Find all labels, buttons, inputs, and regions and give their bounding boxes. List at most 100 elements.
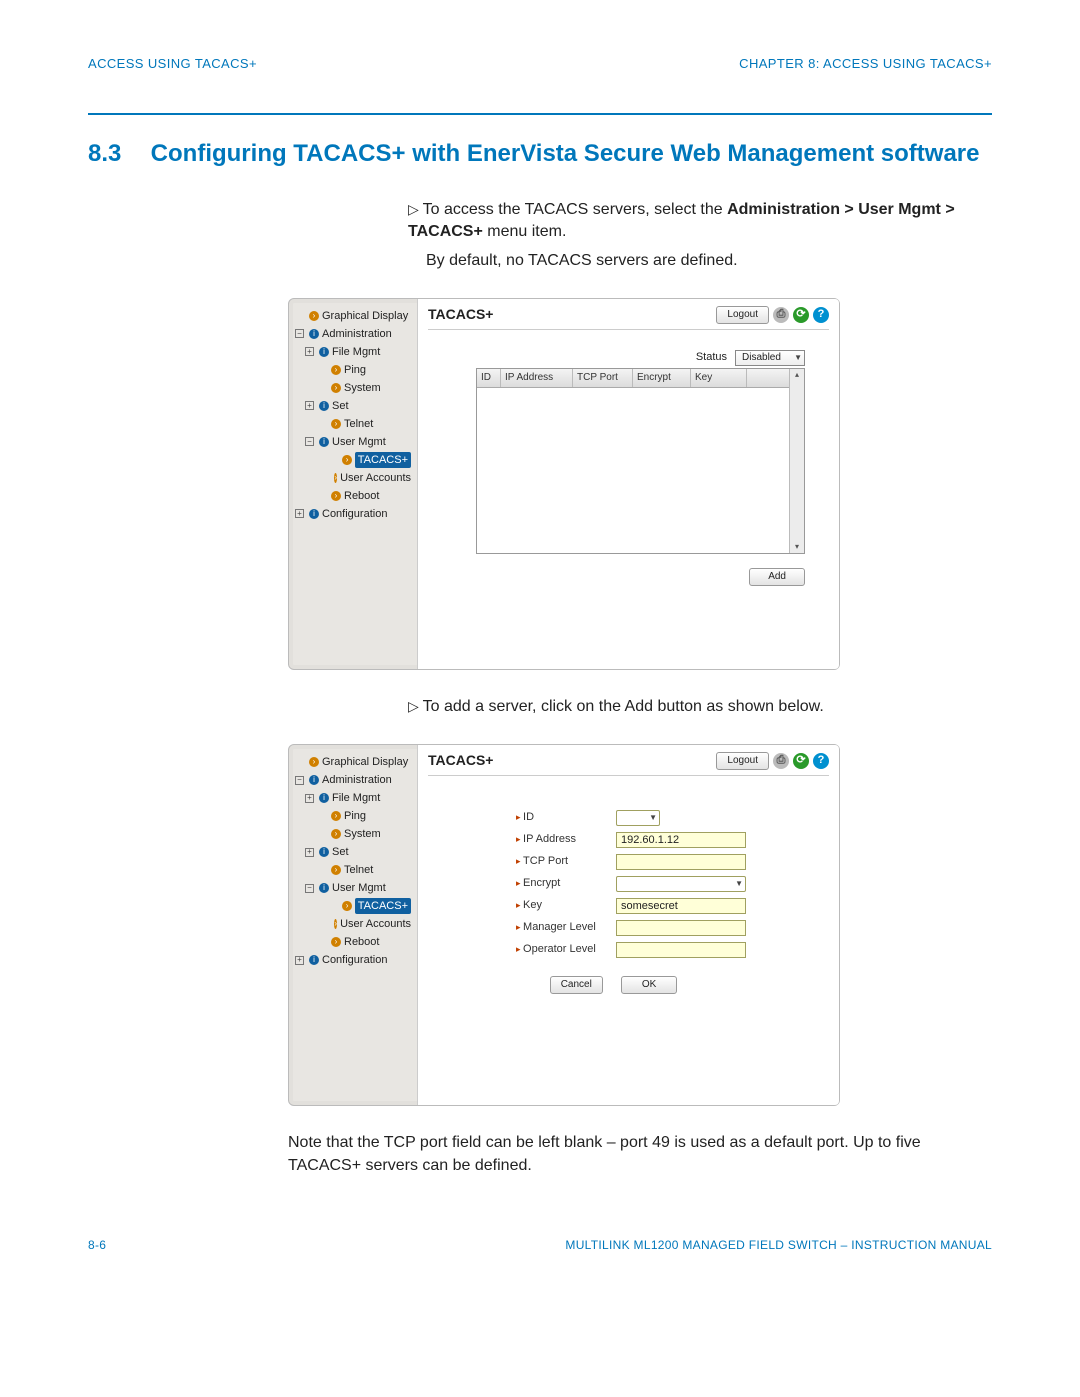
tree-item-user-accounts[interactable]: ›User Accounts	[295, 469, 411, 487]
input-manager-level[interactable]	[616, 920, 746, 936]
tree-item-tacacs-[interactable]: ›TACACS+	[295, 897, 411, 915]
tree-item-set[interactable]: +iSet	[295, 397, 411, 415]
step-1: To access the TACACS servers, select the…	[408, 199, 992, 244]
bullet-icon: ›	[331, 811, 341, 821]
header-rule	[88, 113, 992, 115]
step-1b: By default, no TACACS servers are define…	[426, 250, 992, 272]
expand-toggle[interactable]: +	[295, 956, 304, 965]
expand-toggle[interactable]	[295, 311, 304, 320]
field-label: Manager Level	[516, 920, 616, 935]
expand-toggle[interactable]: −	[305, 884, 314, 893]
footnote: Note that the TCP port field can be left…	[288, 1132, 992, 1177]
expand-toggle[interactable]	[317, 812, 326, 821]
screenshot-tacacs-list: ›Graphical Display−iAdministration+iFile…	[288, 298, 840, 670]
tree-item-tacacs-[interactable]: ›TACACS+	[295, 451, 411, 469]
input-operator-level[interactable]	[616, 942, 746, 958]
tree-item-file-mgmt[interactable]: +iFile Mgmt	[295, 343, 411, 361]
tree-item-user-accounts[interactable]: ›User Accounts	[295, 915, 411, 933]
status-label: Status	[696, 350, 727, 365]
bullet-icon: ›	[342, 455, 351, 465]
help-icon[interactable]: ?	[813, 753, 829, 769]
tree-item-reboot[interactable]: ›Reboot	[295, 487, 411, 505]
tree-item-graphical-display[interactable]: ›Graphical Display	[295, 307, 411, 325]
tree-label: Reboot	[344, 488, 379, 504]
expand-toggle[interactable]: −	[295, 776, 304, 785]
expand-toggle[interactable]: +	[305, 347, 314, 356]
expand-toggle[interactable]	[317, 419, 326, 428]
input-tcp-port[interactable]	[616, 854, 746, 870]
tree-item-configuration[interactable]: +iConfiguration	[295, 505, 411, 523]
tree-label: Graphical Display	[322, 754, 408, 770]
add-button[interactable]: Add	[749, 568, 805, 586]
expand-toggle[interactable]	[317, 365, 326, 374]
tree-item-telnet[interactable]: ›Telnet	[295, 415, 411, 433]
folder-icon: i	[309, 775, 319, 785]
tree-item-graphical-display[interactable]: ›Graphical Display	[295, 753, 411, 771]
footer-title: MULTILINK ML1200 MANAGED FIELD SWITCH – …	[565, 1237, 992, 1254]
bullet-icon: ›	[331, 365, 341, 375]
expand-toggle[interactable]	[317, 491, 326, 500]
runhead-left: ACCESS USING TACACS+	[88, 55, 257, 73]
tree-label: Set	[332, 844, 349, 860]
select-encrypt[interactable]: enable	[616, 876, 746, 892]
expand-toggle[interactable]: −	[305, 437, 314, 446]
expand-toggle[interactable]: +	[305, 848, 314, 857]
tree-item-file-mgmt[interactable]: +iFile Mgmt	[295, 789, 411, 807]
expand-toggle[interactable]	[317, 383, 326, 392]
tree-item-set[interactable]: +iSet	[295, 843, 411, 861]
tree-item-system[interactable]: ›System	[295, 379, 411, 397]
expand-toggle[interactable]	[329, 455, 337, 464]
ok-button[interactable]: OK	[621, 976, 677, 994]
tree-item-configuration[interactable]: +iConfiguration	[295, 951, 411, 969]
refresh-icon[interactable]: ⟳	[793, 307, 809, 323]
save-icon[interactable]: ⎙	[773, 307, 789, 323]
tree-item-reboot[interactable]: ›Reboot	[295, 933, 411, 951]
section-title: Configuring TACACS+ with EnerVista Secur…	[151, 140, 980, 167]
page-number: 8-6	[88, 1237, 106, 1254]
field-row-manager-level: Manager Level	[516, 920, 829, 936]
tree-label: Configuration	[322, 952, 387, 968]
cancel-button[interactable]: Cancel	[550, 976, 603, 994]
expand-toggle[interactable]	[317, 938, 326, 947]
save-icon[interactable]: ⎙	[773, 753, 789, 769]
tree-item-user-mgmt[interactable]: −iUser Mgmt	[295, 879, 411, 897]
field-label: TCP Port	[516, 854, 616, 869]
select-id[interactable]: 1	[616, 810, 660, 826]
expand-toggle[interactable]: +	[295, 509, 304, 518]
folder-icon: i	[319, 347, 329, 357]
expand-toggle[interactable]	[329, 902, 337, 911]
status-select[interactable]: Disabled	[735, 350, 805, 366]
expand-toggle[interactable]: +	[305, 794, 314, 803]
tree-item-system[interactable]: ›System	[295, 825, 411, 843]
field-label: Key	[516, 898, 616, 913]
tree-item-user-mgmt[interactable]: −iUser Mgmt	[295, 433, 411, 451]
expand-toggle[interactable]: +	[305, 401, 314, 410]
tree-item-ping[interactable]: ›Ping	[295, 807, 411, 825]
tree-label: Administration	[322, 772, 392, 788]
tree-label: Ping	[344, 362, 366, 378]
expand-toggle[interactable]	[295, 758, 304, 767]
field-label: Operator Level	[516, 942, 616, 957]
tree-item-ping[interactable]: ›Ping	[295, 361, 411, 379]
field-label: ID	[516, 810, 616, 825]
tree-item-administration[interactable]: −iAdministration	[295, 771, 411, 789]
help-icon[interactable]: ?	[813, 307, 829, 323]
refresh-icon[interactable]: ⟳	[793, 753, 809, 769]
logout-button[interactable]: Logout	[716, 306, 769, 324]
expand-toggle[interactable]: −	[295, 329, 304, 338]
bullet-icon: ›	[309, 757, 319, 767]
input-ip-address[interactable]: 192.60.1.12	[616, 832, 746, 848]
step-2: To add a server, click on the Add button…	[408, 696, 992, 718]
tree-item-administration[interactable]: −iAdministration	[295, 325, 411, 343]
tree-label: Telnet	[344, 416, 373, 432]
expand-toggle[interactable]	[317, 866, 326, 875]
tree-item-telnet[interactable]: ›Telnet	[295, 861, 411, 879]
expand-toggle[interactable]	[317, 830, 326, 839]
bullet-icon: ›	[334, 473, 337, 483]
logout-button-2[interactable]: Logout	[716, 752, 769, 770]
table-scrollbar[interactable]: ▴▾	[789, 369, 804, 553]
input-key[interactable]: somesecret	[616, 898, 746, 914]
tree-label: System	[344, 380, 381, 396]
tree-label: User Accounts	[340, 470, 411, 486]
bullet-icon: ›	[331, 419, 341, 429]
